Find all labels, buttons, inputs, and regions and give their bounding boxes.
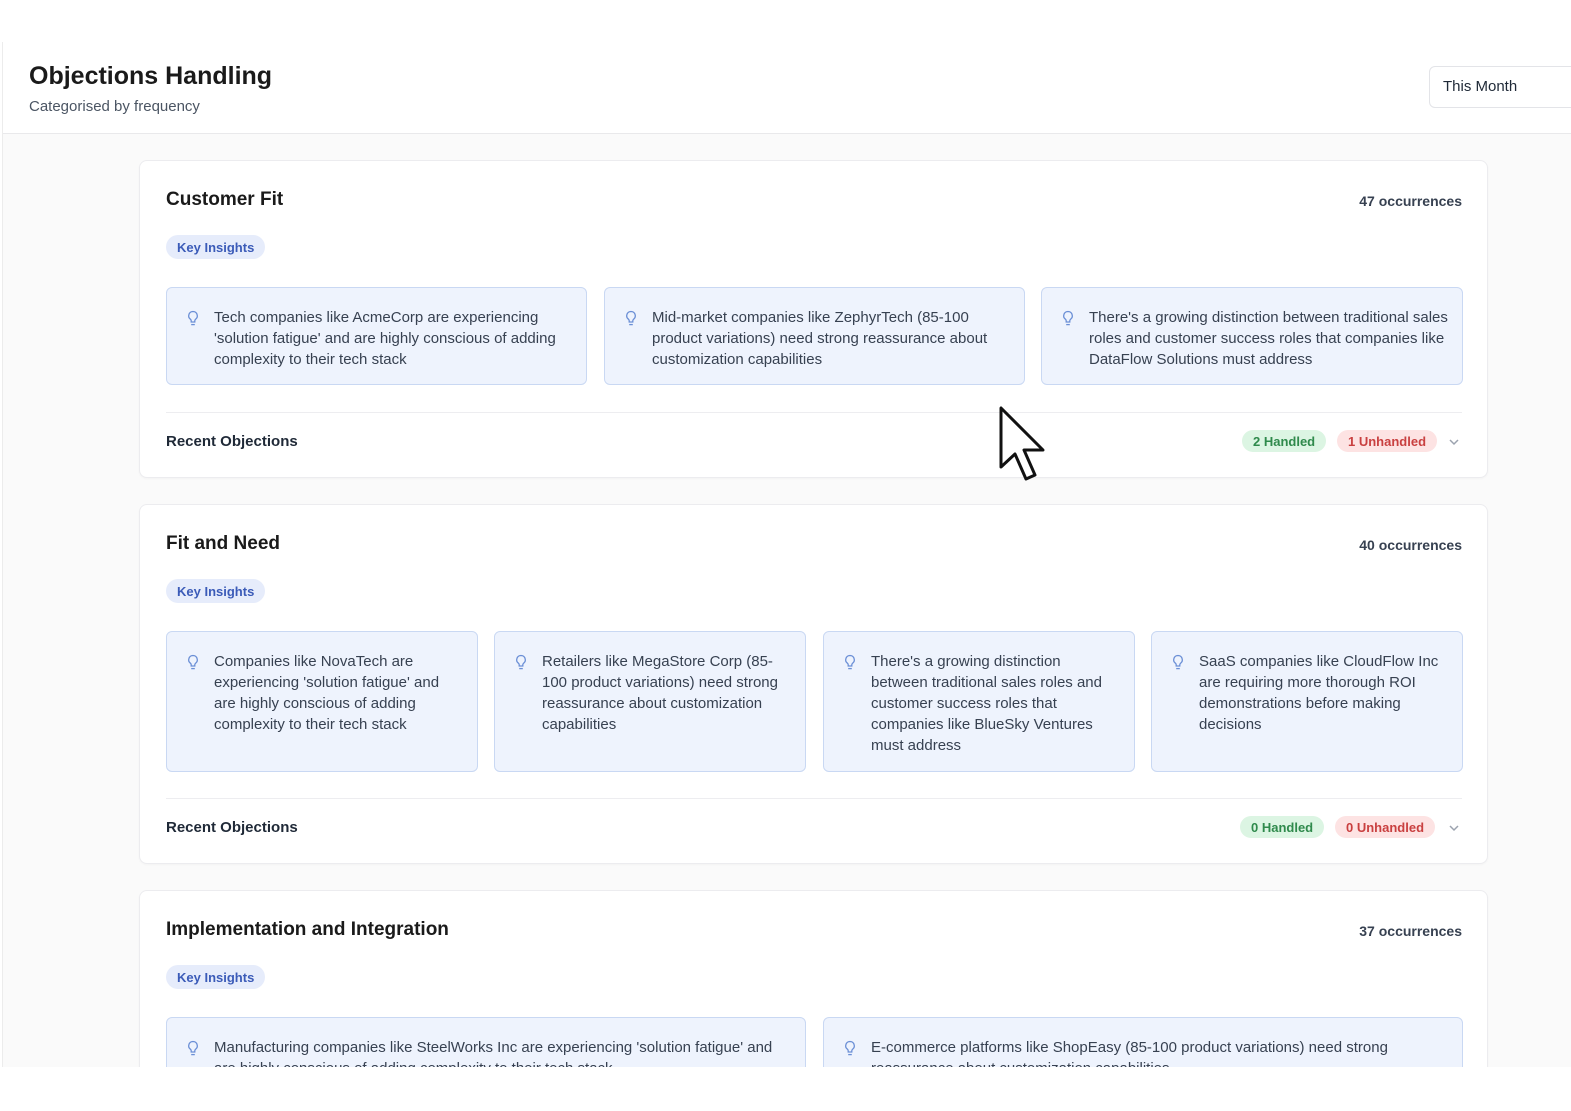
insight-card: Retailers like MegaStore Corp (85-100 pr… (494, 631, 806, 772)
insight-card: There's a growing distinction between tr… (1041, 287, 1463, 385)
insight-card: SaaS companies like CloudFlow Inc are re… (1151, 631, 1463, 772)
recent-objections-toggle[interactable]: Recent Objections (166, 433, 298, 450)
insight-text: SaaS companies like CloudFlow Inc are re… (1199, 653, 1439, 733)
lightbulb-icon (188, 310, 198, 326)
lightbulb-icon (845, 1040, 855, 1056)
key-insights-badge: Key Insights (166, 579, 266, 603)
category-title: Implementation and Integration (166, 919, 449, 940)
divider (166, 798, 1462, 799)
lightbulb-icon (188, 1040, 198, 1056)
unhandled-badge: 0 Unhandled (1335, 816, 1436, 838)
lightbulb-icon (845, 654, 855, 670)
insight-text: Manufacturing companies like SteelWorks … (214, 1039, 773, 1067)
occurrence-count: 47 occurrences (1359, 193, 1462, 209)
insight-card: Tech companies like AcmeCorp are experie… (166, 287, 587, 385)
insight-card: E-commerce platforms like ShopEasy (85-1… (823, 1017, 1463, 1067)
category-title: Fit and Need (166, 533, 281, 554)
insight-text: Retailers like MegaStore Corp (85-100 pr… (542, 653, 778, 733)
insight-text: Companies like NovaTech are experiencing… (214, 653, 440, 733)
divider (166, 412, 1462, 413)
lightbulb-icon (188, 654, 198, 670)
period-select[interactable]: This Month (1429, 66, 1571, 108)
page-header: Objections Handling Categorised by frequ… (3, 42, 1571, 134)
objection-category-card: Customer Fit 47 occurrences Key Insights… (139, 160, 1488, 478)
occurrence-count: 40 occurrences (1359, 537, 1462, 553)
key-insights-badge: Key Insights (166, 235, 266, 259)
unhandled-badge: 1 Unhandled (1337, 430, 1438, 452)
lightbulb-icon (1063, 310, 1073, 326)
mouse-cursor-icon (999, 406, 1045, 481)
insight-card: There's a growing distinction between tr… (823, 631, 1135, 772)
objection-category-card: Implementation and Integration 37 occurr… (139, 890, 1488, 1067)
key-insights-badge: Key Insights (166, 965, 266, 989)
insight-text: E-commerce platforms like ShopEasy (85-1… (871, 1039, 1388, 1067)
lightbulb-icon (516, 654, 526, 670)
chevron-down-icon[interactable] (1447, 821, 1461, 835)
insight-text: Mid-market companies like ZephyrTech (85… (652, 309, 988, 368)
recent-objections-toggle[interactable]: Recent Objections (166, 819, 298, 836)
app-frame: Objections Handling Categorised by frequ… (2, 42, 1571, 1067)
insight-text: There's a growing distinction between tr… (871, 653, 1102, 754)
category-title: Customer Fit (166, 189, 284, 210)
insight-card: Manufacturing companies like SteelWorks … (166, 1017, 806, 1067)
page-title: Objections Handling (29, 62, 273, 90)
insight-card: Companies like NovaTech are experiencing… (166, 631, 478, 772)
chevron-down-icon[interactable] (1447, 435, 1461, 449)
insight-text: There's a growing distinction between tr… (1089, 309, 1448, 368)
handled-badge: 0 Handled (1240, 816, 1325, 838)
occurrence-count: 37 occurrences (1359, 923, 1462, 939)
insight-card: Mid-market companies like ZephyrTech (85… (604, 287, 1025, 385)
page-subtitle: Categorised by frequency (29, 98, 200, 115)
lightbulb-icon (626, 310, 636, 326)
lightbulb-icon (1173, 654, 1183, 670)
insight-text: Tech companies like AcmeCorp are experie… (214, 309, 556, 368)
handled-badge: 2 Handled (1242, 430, 1327, 452)
objection-category-card: Fit and Need 40 occurrences Key Insights… (139, 504, 1488, 864)
